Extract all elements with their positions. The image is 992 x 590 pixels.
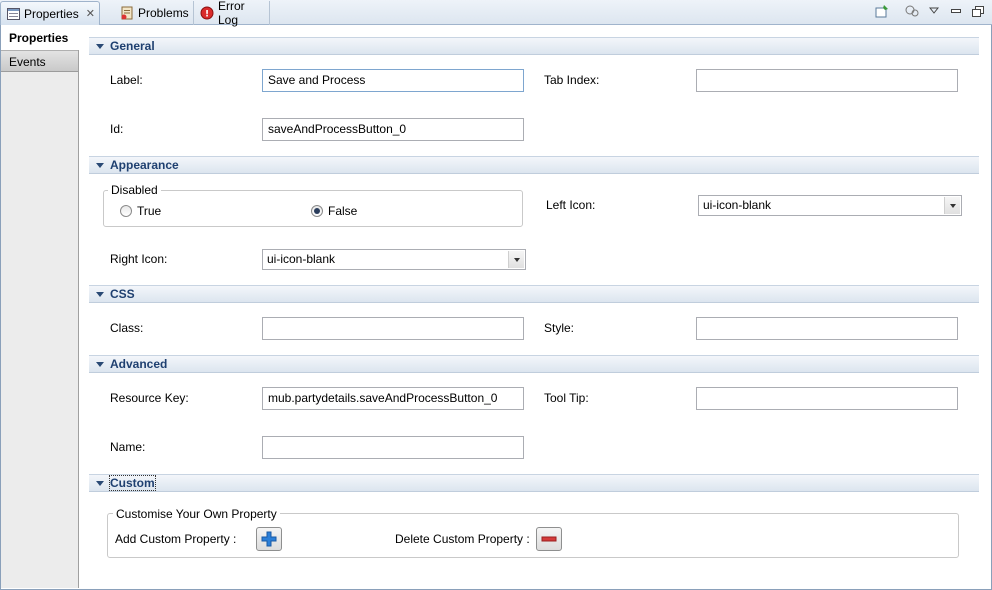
tab-properties-label: Properties	[24, 6, 79, 21]
right-icon-select[interactable]: ui-icon-blank	[262, 249, 526, 270]
left-icon-select[interactable]: ui-icon-blank	[698, 195, 962, 216]
section-advanced-header[interactable]: Advanced	[89, 355, 979, 373]
expand-triangle-icon	[96, 162, 104, 168]
expand-triangle-icon	[96, 291, 104, 297]
property-tabs-nav: Properties Events	[1, 26, 80, 588]
add-custom-property-button[interactable]	[256, 527, 282, 551]
minimize-icon[interactable]	[948, 3, 964, 19]
chevron-down-icon[interactable]	[508, 251, 524, 268]
name-label: Name:	[110, 440, 146, 454]
section-css-header[interactable]: CSS	[89, 285, 979, 303]
close-tab-icon[interactable]: ✕	[86, 7, 95, 20]
disabled-true-label: True	[137, 204, 162, 218]
section-css-title: CSS	[110, 287, 135, 301]
section-custom-title: Custom	[109, 475, 156, 491]
expand-triangle-icon	[96, 480, 104, 486]
style-label: Style:	[544, 321, 575, 335]
section-general-title: General	[110, 39, 155, 53]
custom-property-group-title: Customise Your Own Property	[113, 507, 280, 521]
resource-key-field[interactable]: mub.partydetails.saveAndProcessButton_0	[262, 387, 524, 410]
nav-item-properties[interactable]: Properties	[1, 26, 80, 50]
right-icon-select-value: ui-icon-blank	[267, 252, 336, 266]
tab-problems[interactable]: Problems	[114, 1, 194, 25]
expand-triangle-icon	[96, 361, 104, 367]
tool-tip-label: Tool Tip:	[544, 391, 589, 405]
section-general-header[interactable]: General	[89, 37, 979, 55]
disabled-false-label: False	[328, 204, 358, 218]
left-icon-label: Left Icon:	[546, 198, 596, 212]
pin-icon[interactable]	[874, 3, 890, 19]
filter-icon[interactable]	[904, 3, 920, 19]
chevron-down-icon[interactable]	[944, 197, 960, 214]
properties-icon	[7, 7, 20, 21]
id-label: Id:	[110, 122, 124, 136]
section-appearance-title: Appearance	[110, 158, 179, 172]
tab-error-log[interactable]: ! Error Log	[194, 0, 270, 27]
tool-tip-field[interactable]	[696, 387, 958, 410]
resource-key-label: Resource Key:	[110, 391, 189, 405]
class-label: Class:	[110, 321, 144, 335]
view-menu-icon[interactable]	[926, 3, 942, 19]
problems-icon	[120, 6, 134, 20]
id-field[interactable]: saveAndProcessButton_0	[262, 118, 524, 141]
radio-selected-icon	[311, 205, 323, 217]
style-field[interactable]	[696, 317, 958, 340]
radio-icon	[120, 205, 132, 217]
right-icon-label: Right Icon:	[110, 252, 168, 266]
add-custom-property-label: Add Custom Property :	[115, 532, 237, 546]
section-custom-header[interactable]: Custom	[89, 474, 979, 492]
plus-icon	[261, 531, 277, 547]
expand-triangle-icon	[96, 43, 104, 49]
tab-error-log-label: Error Log	[218, 0, 245, 27]
svg-text:!: !	[205, 10, 209, 20]
maximize-icon[interactable]	[970, 3, 986, 19]
tab-index-field[interactable]	[696, 69, 958, 92]
minus-icon	[541, 536, 557, 542]
section-appearance-header[interactable]: Appearance	[89, 156, 979, 174]
class-field[interactable]	[262, 317, 524, 340]
nav-item-events[interactable]: Events	[1, 50, 78, 72]
tab-problems-label: Problems	[138, 6, 189, 20]
error-log-icon: !	[200, 6, 214, 20]
delete-custom-property-button[interactable]	[536, 527, 562, 551]
delete-custom-property-label: Delete Custom Property :	[395, 532, 530, 546]
left-icon-select-value: ui-icon-blank	[703, 198, 772, 212]
label-label: Label:	[110, 73, 143, 87]
tab-properties[interactable]: Properties ✕	[0, 1, 100, 25]
view-toolbar	[874, 3, 986, 19]
disabled-true-radio[interactable]: True	[120, 204, 161, 218]
disabled-group-title: Disabled	[108, 183, 161, 197]
view-tab-bar: Properties ✕ Problems ! Error Log	[0, 0, 992, 27]
label-field[interactable]: Save and Process	[262, 69, 524, 92]
section-advanced-title: Advanced	[110, 357, 168, 371]
name-field[interactable]	[262, 436, 524, 459]
disabled-false-radio[interactable]: False	[311, 204, 357, 218]
view-frame	[0, 25, 992, 590]
tab-index-label: Tab Index:	[544, 73, 600, 87]
